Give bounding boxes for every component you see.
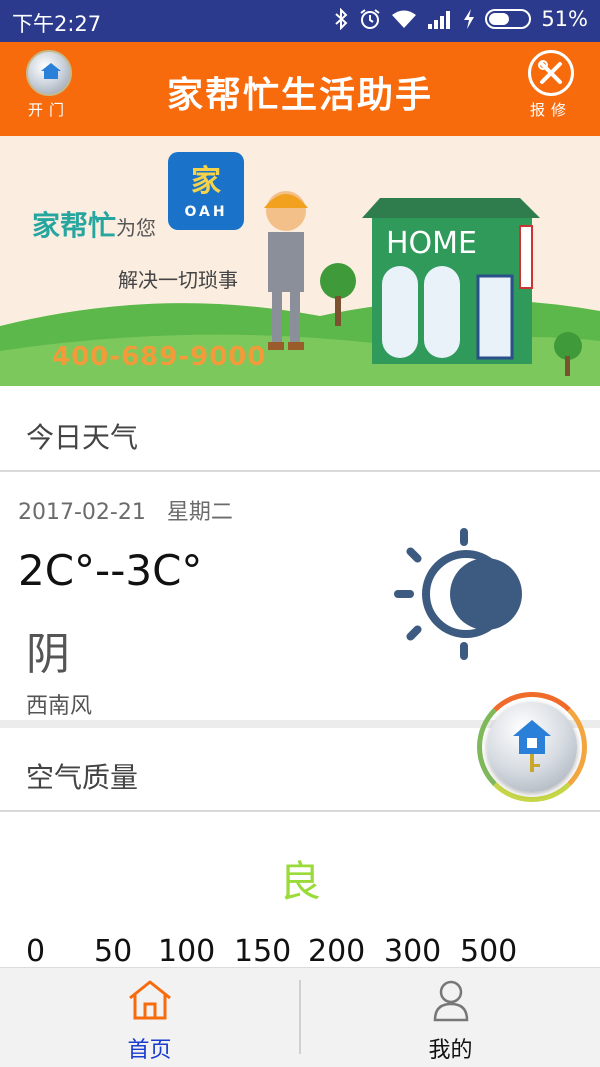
air-quality-section-title: 空气质量	[26, 761, 139, 794]
weather-condition: 阴	[26, 629, 70, 680]
aqi-scale-tick: 50	[94, 934, 133, 969]
weather-section-title: 今日天气	[26, 421, 139, 454]
logo-text: 家	[191, 164, 221, 199]
app-header: 开门 家帮忙生活助手 报修	[0, 42, 600, 136]
weather-date: 2017-02-21	[18, 500, 146, 525]
fab-key-icon	[487, 702, 577, 792]
user-icon	[433, 980, 468, 1022]
aqi-scale-tick: 300	[384, 934, 442, 969]
tab-mine-label: 我的	[428, 1038, 473, 1063]
banner-slogan: 解决一切琐事	[118, 268, 238, 292]
home-sign: HOME	[386, 226, 478, 261]
status-time: 下午2:27	[12, 12, 102, 36]
logo-sub: OAH	[184, 204, 228, 220]
repair-label: 报修	[529, 101, 572, 119]
aqi-scale-tick: 100	[158, 934, 216, 969]
tab-home-label: 首页	[127, 1038, 172, 1063]
status-bar: 下午2:27 51%	[0, 0, 600, 42]
battery-fill	[489, 13, 509, 25]
banner-phone: 400-689-9000	[52, 342, 267, 372]
weather-section-header: 今日天气	[0, 388, 600, 472]
promo-banner[interactable]: 家 OAH 家帮忙为您 解决一切琐事 400-689-9000 HOME	[0, 136, 600, 386]
aqi-level: 良	[278, 857, 321, 906]
tab-home[interactable]: 首页	[0, 968, 299, 1067]
aqi-scale-tick: 500	[460, 934, 518, 969]
aqi-scale-tick: 0	[26, 934, 46, 969]
weather-temperature: 2C°--3C°	[18, 546, 203, 595]
home-icon	[128, 980, 171, 1020]
tab-mine[interactable]: 我的	[301, 968, 600, 1067]
weather-date-line: 2017-02-21 星期二	[18, 494, 233, 526]
aqi-scale: 0 50 100 150 200 300 500	[26, 934, 517, 969]
banner-brand-suffix: 为您	[116, 216, 157, 240]
status-icons: 51%	[333, 7, 588, 31]
page-title: 家帮忙生活助手	[166, 75, 433, 116]
repair-tools-icon	[528, 50, 574, 96]
bluetooth-icon	[333, 8, 349, 30]
weather-card: 2017-02-21 星期二 2C°--3C° 阴 西南风	[0, 472, 600, 720]
banner-brand: 家帮忙为您	[32, 204, 156, 244]
brand-logo: 家 OAH	[168, 152, 244, 230]
bottom-nav: 首页 我的	[0, 967, 600, 1067]
aqi-scale-tick: 150	[234, 934, 292, 969]
battery-icon	[485, 9, 532, 29]
repair-button[interactable]: 报修	[518, 50, 584, 130]
aqi-scale-tick: 200	[308, 934, 366, 969]
house-key-icon	[513, 720, 551, 772]
charging-icon	[463, 9, 475, 29]
battery-percent: 51%	[541, 7, 588, 31]
signal-icon	[427, 9, 453, 29]
wifi-icon	[391, 9, 417, 29]
sun-behind-cloud-icon	[394, 528, 522, 660]
banner-brand-name: 家帮忙	[32, 209, 117, 242]
quick-open-door-fab[interactable]	[477, 692, 587, 802]
alarm-icon	[359, 8, 381, 30]
weather-wind: 西南风	[26, 694, 93, 719]
weather-weekday: 星期二	[166, 500, 233, 525]
